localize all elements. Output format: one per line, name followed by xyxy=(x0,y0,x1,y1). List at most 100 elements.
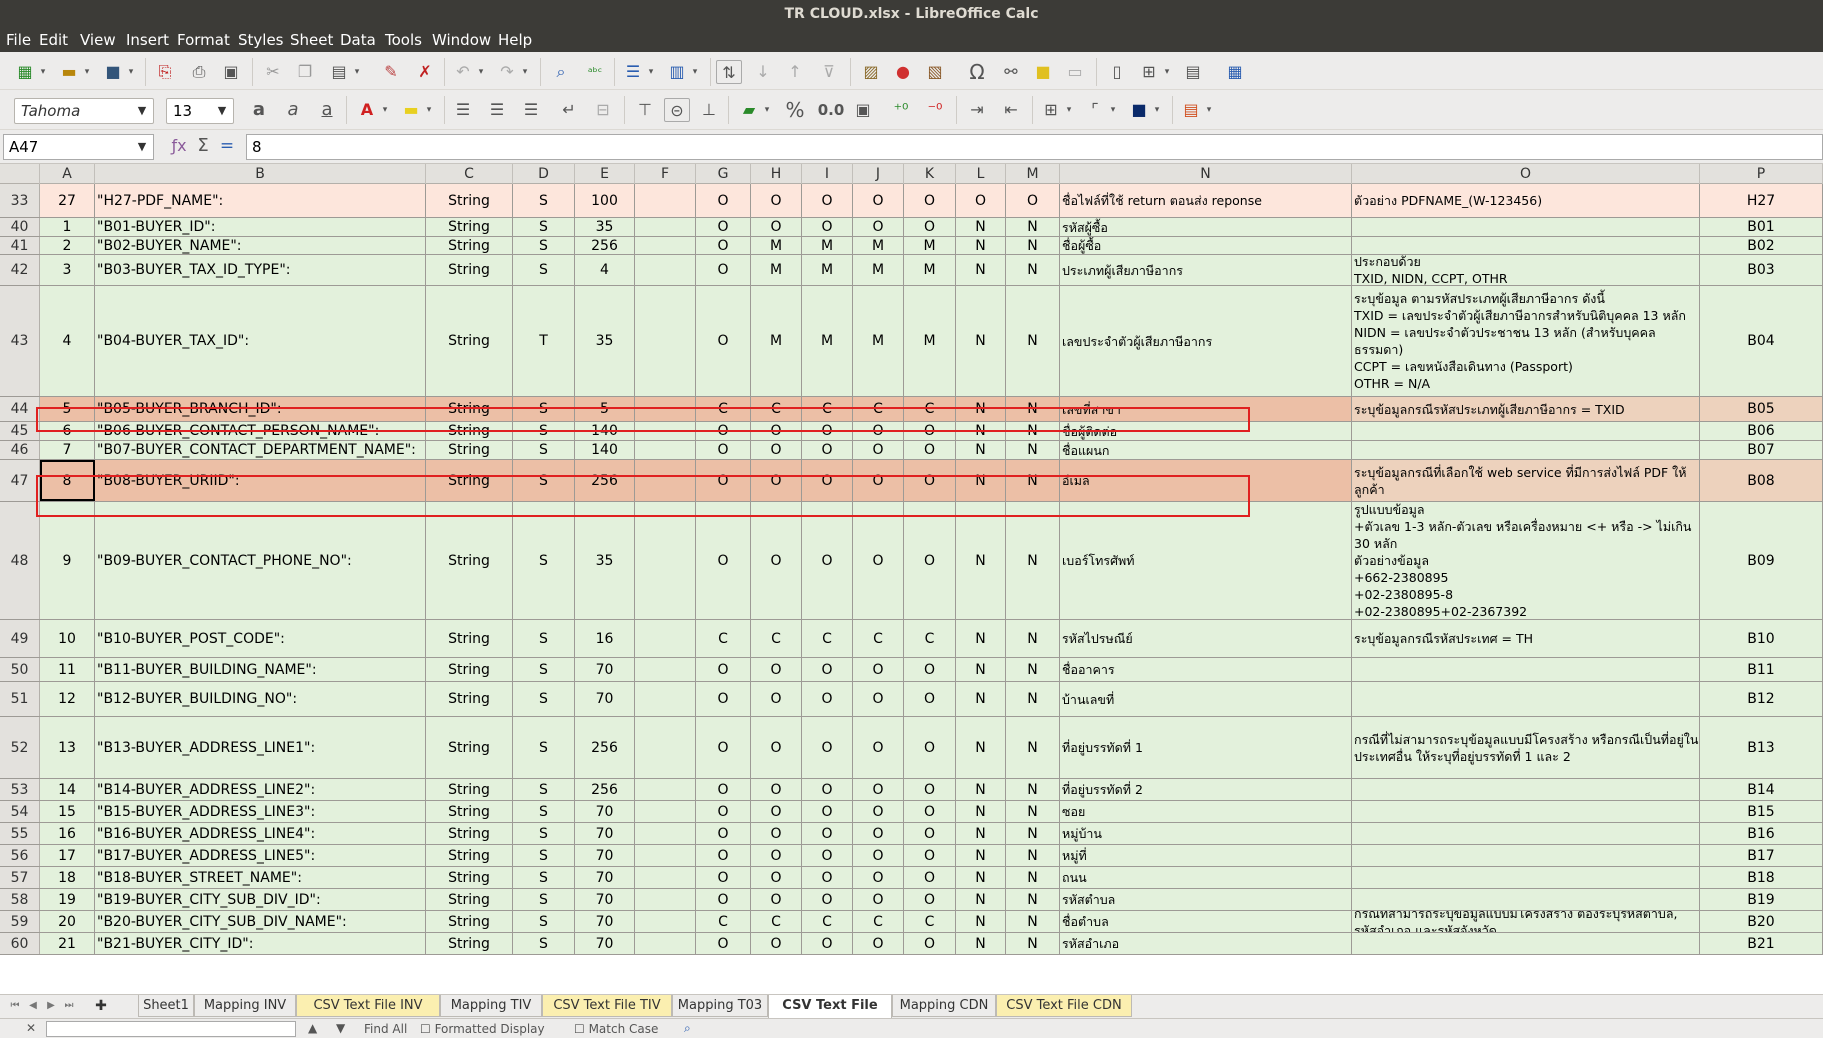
cell-B42[interactable]: "B03-BUYER_TAX_ID_TYPE": xyxy=(95,255,426,285)
cell-H47[interactable]: O xyxy=(751,460,802,501)
cell-P46[interactable]: B07 xyxy=(1700,441,1823,459)
cell-O40[interactable] xyxy=(1352,218,1700,236)
cell-N51[interactable]: บ้านเลขที่ xyxy=(1060,682,1352,716)
name-box[interactable]: A47 ▼ xyxy=(3,134,154,160)
pivot-table-icon[interactable]: ▧ xyxy=(922,60,948,84)
row-header[interactable]: 49 xyxy=(0,620,40,657)
cell-L33[interactable]: O xyxy=(956,184,1006,217)
cell-E49[interactable]: 16 xyxy=(575,620,635,657)
column-header-P[interactable]: P xyxy=(1700,164,1823,184)
cell-G54[interactable]: O xyxy=(696,801,751,822)
cell-F46[interactable] xyxy=(635,441,696,459)
border-color-dropdown-icon[interactable]: ▾ xyxy=(1152,100,1162,120)
cell-C47[interactable]: String xyxy=(426,460,513,501)
print-icon[interactable]: ⎙ xyxy=(186,60,212,84)
cell-O33[interactable]: ตัวอย่าง PDFNAME_(W-123456) xyxy=(1352,184,1700,217)
cell-A58[interactable]: 19 xyxy=(40,889,95,910)
cell-M54[interactable]: N xyxy=(1006,801,1060,822)
cell-H58[interactable]: O xyxy=(751,889,802,910)
print-preview-icon[interactable]: ▣ xyxy=(218,60,244,84)
cell-P33[interactable]: H27 xyxy=(1700,184,1823,217)
cell-G52[interactable]: O xyxy=(696,717,751,778)
center-vertically-icon[interactable]: ⊝ xyxy=(664,98,690,122)
row-header[interactable]: 33 xyxy=(0,184,40,217)
cell-B44[interactable]: "B05-BUYER_BRANCH_ID": xyxy=(95,397,426,421)
cell-H56[interactable]: O xyxy=(751,845,802,866)
cell-J60[interactable]: O xyxy=(853,933,904,954)
cell-O55[interactable] xyxy=(1352,823,1700,844)
cell-O47[interactable]: ระบุข้อมูลกรณีที่เลือกใช้ web service ที… xyxy=(1352,460,1700,501)
row-header[interactable]: 56 xyxy=(0,845,40,866)
cell-B48[interactable]: "B09-BUYER_CONTACT_PHONE_NO": xyxy=(95,502,426,619)
row-header[interactable]: 50 xyxy=(0,658,40,681)
cell-N49[interactable]: รหัสไปรษณีย์ xyxy=(1060,620,1352,657)
align-top-icon[interactable]: ⊤ xyxy=(632,98,658,122)
cell-L47[interactable]: N xyxy=(956,460,1006,501)
cell-O44[interactable]: ระบุข้อมูลกรณีรหัสประเภทผู้เสียภาษีอากร … xyxy=(1352,397,1700,421)
cell-A43[interactable]: 4 xyxy=(40,286,95,396)
cell-I53[interactable]: O xyxy=(802,779,853,800)
cell-N46[interactable]: ชื่อแผนก xyxy=(1060,441,1352,459)
cell-H60[interactable]: O xyxy=(751,933,802,954)
cell-C33[interactable]: String xyxy=(426,184,513,217)
currency-format-icon[interactable]: ▰ xyxy=(736,98,762,122)
cell-L56[interactable]: N xyxy=(956,845,1006,866)
cell-N33[interactable]: ชื่อไฟล์ที่ใช้ return ตอนส่ง reponse xyxy=(1060,184,1352,217)
cell-N53[interactable]: ที่อยู่บรรทัดที่ 2 xyxy=(1060,779,1352,800)
close-find-icon[interactable]: ✕ xyxy=(26,1021,36,1035)
column-icon[interactable]: ▥ xyxy=(664,60,690,84)
cell-J33[interactable]: O xyxy=(853,184,904,217)
insert-image-icon[interactable]: ▨ xyxy=(858,60,884,84)
cell-L41[interactable]: N xyxy=(956,237,1006,254)
cell-L45[interactable]: N xyxy=(956,422,1006,440)
italic-icon[interactable]: a xyxy=(280,98,306,122)
freeze-rows-columns-icon[interactable]: ⊞ xyxy=(1136,60,1162,84)
cell-M40[interactable]: N xyxy=(1006,218,1060,236)
cell-G41[interactable]: O xyxy=(696,237,751,254)
cell-N47[interactable]: อีเมล xyxy=(1060,460,1352,501)
cell-M52[interactable]: N xyxy=(1006,717,1060,778)
formula-equals-icon[interactable]: = xyxy=(214,134,240,158)
cell-F48[interactable] xyxy=(635,502,696,619)
cell-L40[interactable]: N xyxy=(956,218,1006,236)
sheet-tab[interactable]: Mapping T03 xyxy=(672,995,768,1017)
row-header[interactable]: 57 xyxy=(0,867,40,888)
new-document-icon[interactable]: ▦ xyxy=(12,60,38,84)
cell-I48[interactable]: O xyxy=(802,502,853,619)
font-color-dropdown-icon[interactable]: ▾ xyxy=(380,100,390,120)
cell-A47[interactable]: 8 xyxy=(40,460,95,501)
row-header[interactable]: 43 xyxy=(0,286,40,396)
cell-O49[interactable]: ระบุข้อมูลกรณีรหัสประเทศ = TH xyxy=(1352,620,1700,657)
cell-K53[interactable]: O xyxy=(904,779,956,800)
cell-C59[interactable]: String xyxy=(426,911,513,932)
cell-J59[interactable]: C xyxy=(853,911,904,932)
cell-I58[interactable]: O xyxy=(802,889,853,910)
cell-I40[interactable]: O xyxy=(802,218,853,236)
cell-C52[interactable]: String xyxy=(426,717,513,778)
cell-K55[interactable]: O xyxy=(904,823,956,844)
cell-M58[interactable]: N xyxy=(1006,889,1060,910)
cell-D59[interactable]: S xyxy=(513,911,575,932)
cell-G56[interactable]: O xyxy=(696,845,751,866)
cell-G57[interactable]: O xyxy=(696,867,751,888)
add-decimal-icon[interactable]: ⁺⁰ xyxy=(888,98,914,122)
cell-K40[interactable]: O xyxy=(904,218,956,236)
cell-B59[interactable]: "B20-BUYER_CITY_SUB_DIV_NAME": xyxy=(95,911,426,932)
cell-N52[interactable]: ที่อยู่บรรทัดที่ 1 xyxy=(1060,717,1352,778)
cell-C56[interactable]: String xyxy=(426,845,513,866)
cell-K52[interactable]: O xyxy=(904,717,956,778)
cell-P50[interactable]: B11 xyxy=(1700,658,1823,681)
cell-J57[interactable]: O xyxy=(853,867,904,888)
underline-icon[interactable]: a xyxy=(314,98,340,122)
cell-N45[interactable]: ชื่อผู้ติดต่อ xyxy=(1060,422,1352,440)
border-style-dropdown-icon[interactable]: ▾ xyxy=(1108,100,1118,120)
sort-icon[interactable]: ⇅ xyxy=(716,60,742,84)
align-bottom-icon[interactable]: ⊥ xyxy=(696,98,722,122)
cell-M47[interactable]: N xyxy=(1006,460,1060,501)
find-next-icon[interactable]: ▼ xyxy=(336,1021,345,1035)
cell-M55[interactable]: N xyxy=(1006,823,1060,844)
cell-L48[interactable]: N xyxy=(956,502,1006,619)
conditional-format-icon[interactable]: ▤ xyxy=(1178,98,1204,122)
font-name-box[interactable]: Tahoma ▼ xyxy=(14,98,154,124)
row-dropdown-icon[interactable]: ▾ xyxy=(646,62,656,82)
